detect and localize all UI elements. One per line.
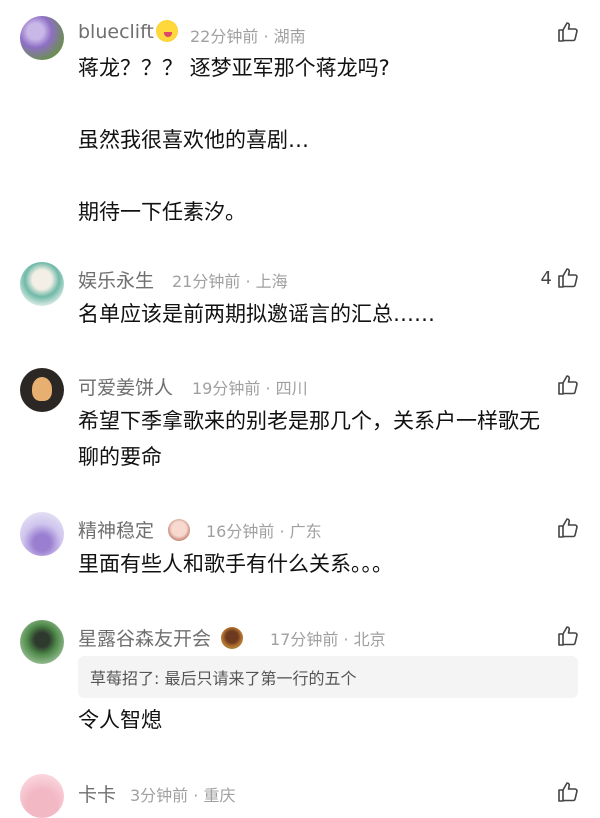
username[interactable]: 卡卡 xyxy=(78,780,116,807)
username[interactable]: blueclift xyxy=(78,20,178,43)
like-count: 4 xyxy=(540,267,552,289)
comment-text: 蒋龙？？？ 逐梦亚军那个蒋龙吗? 虽然我很喜欢他的喜剧… 期待一下任素汐。 xyxy=(78,56,390,224)
leaf-badge-icon xyxy=(221,627,244,649)
comment-meta: 19分钟前 · 四川 xyxy=(192,379,308,398)
avatar[interactable] xyxy=(20,262,64,306)
avatar[interactable] xyxy=(20,620,64,664)
comment-text: 里面有些人和歌手有什么关系。。。 xyxy=(78,552,393,576)
thumbs-up-icon xyxy=(558,375,578,395)
like-button[interactable] xyxy=(552,20,580,44)
avatar[interactable] xyxy=(20,368,64,412)
username[interactable]: 娱乐永生 xyxy=(78,266,154,293)
comment-text: 希望下季拿歌来的别老是那几个，关系户一样歌无 聊的要命 xyxy=(78,409,540,469)
thumbs-up-icon xyxy=(558,518,578,538)
comment-meta: 17分钟前 · 北京 xyxy=(270,630,386,649)
username[interactable]: 精神稳定 xyxy=(78,516,191,543)
comment-meta: 22分钟前 · 湖南 xyxy=(190,27,306,46)
username[interactable]: 可爱姜饼人 xyxy=(78,373,173,400)
like-button[interactable] xyxy=(552,624,580,648)
pig-badge-icon xyxy=(168,519,191,541)
username[interactable]: 星露谷森友开会 xyxy=(78,624,244,651)
comment-meta: 3分钟前 · 重庆 xyxy=(130,786,236,805)
thumbs-up-icon xyxy=(558,22,578,42)
comment-text: 名单应该是前两期拟邀谣言的汇总…… xyxy=(78,302,435,326)
like-button[interactable] xyxy=(552,373,580,397)
avatar[interactable] xyxy=(20,16,64,60)
quoted-reply[interactable]: 草莓招了: 最后只请来了第一行的五个 xyxy=(78,656,578,698)
avatar[interactable] xyxy=(20,774,64,818)
like-button[interactable]: 4 xyxy=(541,266,580,290)
quoted-reply-text: 草莓招了: 最后只请来了第一行的五个 xyxy=(90,669,357,688)
comment-meta: 21分钟前 · 上海 xyxy=(172,272,288,291)
comment-meta: 16分钟前 · 广东 xyxy=(206,522,322,541)
like-button[interactable] xyxy=(552,516,580,540)
thumbs-up-icon xyxy=(558,626,578,646)
comment-text: 令人智熄 xyxy=(78,708,162,732)
thumbs-up-icon xyxy=(558,782,578,802)
emoji-badge-icon xyxy=(155,20,178,42)
like-button[interactable] xyxy=(556,780,580,804)
thumbs-up-icon xyxy=(558,268,578,288)
avatar[interactable] xyxy=(20,512,64,556)
